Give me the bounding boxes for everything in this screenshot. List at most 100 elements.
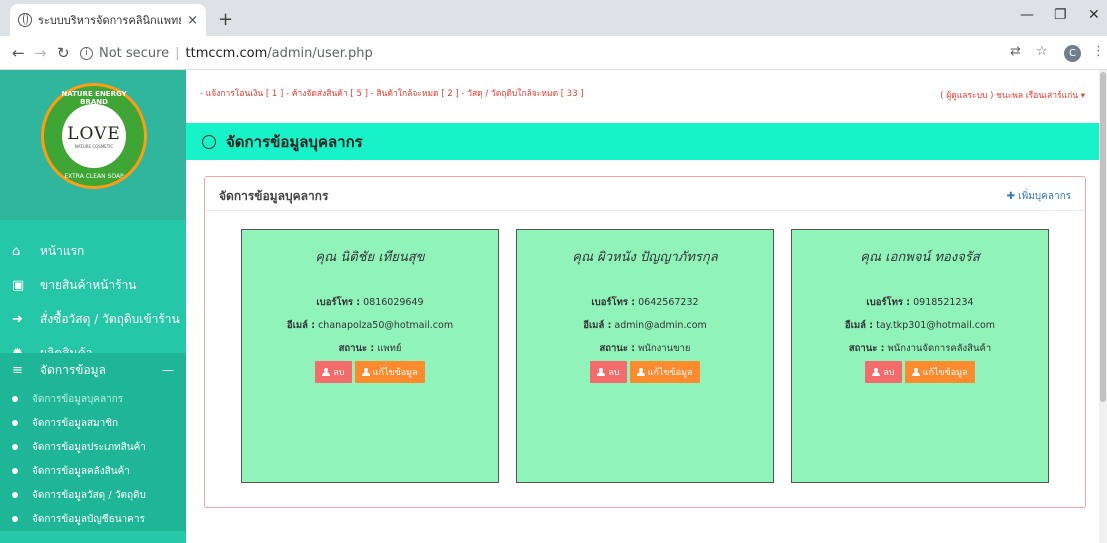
sidebar-subitem-warehouse[interactable]: จัดการข้อมูลคลังสินค้า xyxy=(0,459,186,483)
logo-word: LOVE xyxy=(67,123,121,144)
address-bar: ← → ↻ i Not secure | ttmccm.com /admin/u… xyxy=(0,36,1107,70)
sidebar-item-label: สั่งซื้อวัสดุ / วัตถุดิบเข้าร้าน xyxy=(40,311,180,326)
edit-label: แก้ไขข้อมูล xyxy=(647,368,693,378)
sidebar-item-manage-data[interactable]: ≡ จัดการข้อมูล — xyxy=(0,353,186,387)
reload-icon[interactable]: ↻ xyxy=(57,44,70,62)
status-value: พนักงานขาย xyxy=(638,343,691,354)
edit-button[interactable]: แก้ไขข้อมูล xyxy=(629,361,700,383)
add-staff-button[interactable]: ✚ เพิ่มบุคลากร xyxy=(1007,189,1071,204)
tab-close-button[interactable]: × xyxy=(187,13,198,28)
back-icon[interactable]: ← xyxy=(12,44,25,62)
not-secure-label: Not secure xyxy=(99,45,170,61)
browser-tab-bar: ระบบบริหารจัดการคลินิกแพทย์แผนไทย × + — … xyxy=(0,0,1107,36)
bullet-icon xyxy=(12,420,18,426)
logo-area: NATURE ENERGY BRAND LOVE NATURE COSMETIC… xyxy=(0,70,186,220)
sidebar-subitem-members[interactable]: จัดการข้อมูลสมาชิก xyxy=(0,411,186,435)
browser-menu-icon[interactable]: ⋮ xyxy=(1092,44,1105,59)
list-icon: ≡ xyxy=(12,362,23,378)
new-tab-button[interactable]: + xyxy=(218,9,233,30)
staff-status: สถานะ : พนักงานจัดการคลังสินค้า xyxy=(792,341,1048,356)
bullet-icon xyxy=(12,492,18,498)
staff-status: สถานะ : พนักงานขาย xyxy=(517,341,773,356)
bullet-icon xyxy=(12,516,18,522)
alerts-bar[interactable]: - แจ้งการโอนเงิน [ 1 ] - ค้างจัดส่งสินค้… xyxy=(200,86,584,100)
sidebar-item-purchase[interactable]: ➜ สั่งซื้อวัสดุ / วัตถุดิบเข้าร้าน xyxy=(0,302,186,336)
staff-name: คุณ นิติชัย เทียนสุข xyxy=(315,250,425,265)
staff-card: คุณ นิติชัย เทียนสุข เบอร์โทร : 08160296… xyxy=(241,229,499,483)
phone-value: 0642567232 xyxy=(638,297,699,308)
edit-label: แก้ไขข้อมูล xyxy=(922,368,968,378)
staff-email: อีเมล์ : admin@admin.com xyxy=(517,318,773,333)
minimize-icon[interactable]: — xyxy=(1020,7,1034,23)
edit-button[interactable]: แก้ไขข้อมูล xyxy=(904,361,975,383)
card-actions: ลบ แก้ไขข้อมูล xyxy=(517,361,773,383)
sidebar-subitem-materials[interactable]: จัดการข้อมูลวัสดุ / วัตถุดิบ xyxy=(0,483,186,507)
brand-logo[interactable]: NATURE ENERGY BRAND LOVE NATURE COSMETIC… xyxy=(41,83,147,189)
logo-sub: NATURE COSMETIC xyxy=(74,143,114,149)
sidebar-item-home[interactable]: ⌂ หน้าแรก xyxy=(0,234,186,268)
sidebar-subitem-product-types[interactable]: จัดการข้อมูลประเภทสินค้า xyxy=(0,435,186,459)
phone-label: เบอร์โทร : xyxy=(591,297,636,308)
staff-name: คุณ ผิวหนัง ปัญญาภัทรกุล xyxy=(572,250,718,265)
staff-panel: จัดการข้อมูลบุคลากร ✚ เพิ่มบุคลากร คุณ น… xyxy=(204,176,1086,508)
staff-name: คุณ เอกพจน์ ทองจรัส xyxy=(860,250,980,265)
edit-button[interactable]: แก้ไขข้อมูล xyxy=(354,361,425,383)
delete-button[interactable]: ลบ xyxy=(315,361,352,383)
sidebar-item-label: ขายสินค้าหน้าร้าน xyxy=(40,277,137,292)
status-label: สถานะ : xyxy=(599,343,636,354)
email-value: chanapolza50@hotmail.com xyxy=(318,320,454,331)
sidebar-subitem-label: จัดการข้อมูลสมาชิก xyxy=(32,417,119,429)
restore-icon[interactable]: ❐ xyxy=(1054,7,1067,23)
user-icon xyxy=(322,368,331,376)
sidebar-subitem-bank-accounts[interactable]: จัดการข้อมูลบัญชีธนาคาร xyxy=(0,507,186,531)
staff-phone: เบอร์โทร : 0918521234 xyxy=(792,295,1048,310)
phone-value: 0816029649 xyxy=(363,297,424,308)
collapse-icon: — xyxy=(162,363,174,377)
staff-card: คุณ ผิวหนัง ปัญญาภัทรกุล เบอร์โทร : 0642… xyxy=(516,229,774,483)
card-actions: ลบ แก้ไขข้อมูล xyxy=(242,361,498,383)
window-close-icon[interactable]: ✕ xyxy=(1088,7,1100,23)
status-value: พนักงานจัดการคลังสินค้า xyxy=(887,343,992,354)
staff-phone: เบอร์โทร : 0642567232 xyxy=(517,295,773,310)
card-actions: ลบ แก้ไขข้อมูล xyxy=(792,361,1048,383)
staff-phone: เบอร์โทร : 0816029649 xyxy=(242,295,498,310)
globe-icon xyxy=(18,13,32,27)
delete-label: ลบ xyxy=(608,368,620,378)
sidebar-subitem-staff[interactable]: จัดการข้อมูลบุคลากร xyxy=(0,387,186,411)
delete-label: ลบ xyxy=(333,368,345,378)
status-label: สถานะ : xyxy=(848,343,885,354)
page-scrollbar[interactable] xyxy=(1099,70,1107,543)
bullet-icon xyxy=(12,444,18,450)
staff-status: สถานะ : แพทย์ xyxy=(242,341,498,356)
user-menu[interactable]: ( ผู้ดูแลระบบ ) ชนะพล เรือนเสาร์แก่น ▾ xyxy=(940,88,1085,102)
phone-value: 0918521234 xyxy=(913,297,974,308)
sidebar-item-pos[interactable]: ▣ ขายสินค้าหน้าร้าน xyxy=(0,268,186,302)
status-value: แพทย์ xyxy=(377,343,402,354)
url-path: /admin/user.php xyxy=(267,45,373,61)
user-icon xyxy=(636,368,645,376)
url-input[interactable]: i Not secure | ttmccm.com /admin/user.ph… xyxy=(80,41,1020,65)
delete-button[interactable]: ลบ xyxy=(590,361,627,383)
browser-tab[interactable]: ระบบบริหารจัดการคลินิกแพทย์แผนไทย × xyxy=(10,4,206,36)
user-icon xyxy=(872,368,881,376)
page-header: จัดการข้อมูลบุคลากร xyxy=(186,123,1107,160)
main-content: - แจ้งการโอนเงิน [ 1 ] - ค้างจัดส่งสินค้… xyxy=(186,70,1107,543)
bookmark-star-icon[interactable]: ☆ xyxy=(1036,44,1048,59)
email-value: tay.tkp301@hotmail.com xyxy=(876,320,996,331)
email-label: อีเมล์ : xyxy=(844,320,874,331)
edit-label: แก้ไขข้อมูล xyxy=(372,368,418,378)
email-value: admin@admin.com xyxy=(614,320,707,331)
forward-icon[interactable]: → xyxy=(34,44,47,62)
staff-email: อีเมล์ : chanapolza50@hotmail.com xyxy=(242,318,498,333)
scrollbar-thumb[interactable] xyxy=(1100,72,1106,402)
sign-in-icon: ➜ xyxy=(12,311,23,327)
email-label: อีเมล์ : xyxy=(286,320,316,331)
sidebar-subitem-label: จัดการข้อมูลบุคลากร xyxy=(32,393,124,405)
sidebar-subitem-label: จัดการข้อมูลบัญชีธนาคาร xyxy=(32,513,145,525)
page-title: จัดการข้อมูลบุคลากร xyxy=(226,132,363,151)
profile-avatar[interactable]: C xyxy=(1064,45,1081,62)
info-icon[interactable]: i xyxy=(80,46,93,60)
delete-button[interactable]: ลบ xyxy=(865,361,902,383)
translate-icon[interactable]: ⇄ xyxy=(1010,44,1021,59)
logo-center: LOVE NATURE COSMETIC xyxy=(62,104,126,168)
